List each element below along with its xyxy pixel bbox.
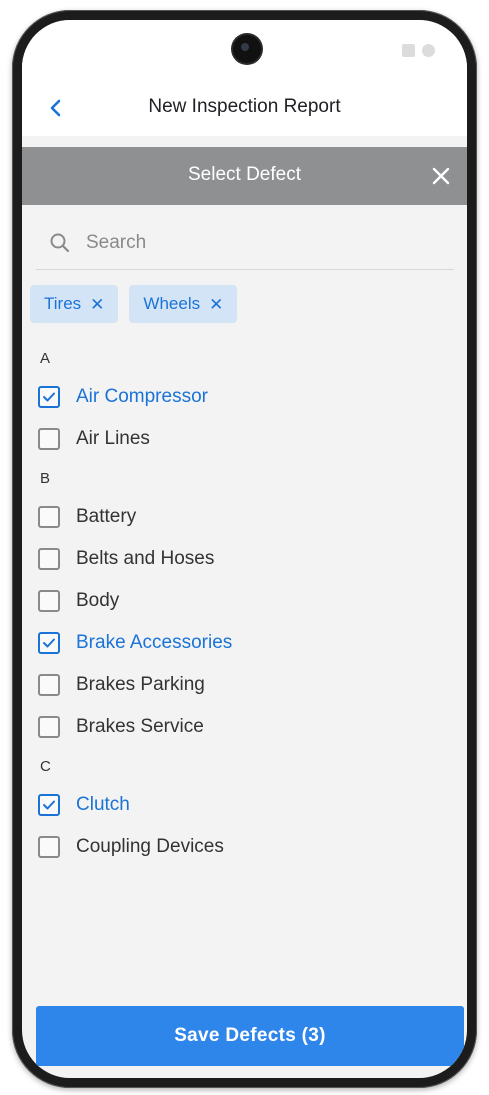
checkbox[interactable] bbox=[38, 506, 60, 528]
item-label: Clutch bbox=[76, 794, 130, 815]
list-item[interactable]: Battery bbox=[38, 496, 458, 538]
list-item[interactable]: Brake Accessories bbox=[38, 622, 458, 664]
list-item[interactable]: Brakes Parking bbox=[38, 664, 458, 706]
item-label: Belts and Hoses bbox=[76, 548, 215, 569]
item-label: Coupling Devices bbox=[76, 836, 224, 857]
modal-title: Select Defect bbox=[188, 164, 301, 185]
chip-tires: Tires ✕ bbox=[30, 285, 119, 323]
item-label: Body bbox=[76, 590, 120, 611]
app-header: New Inspection Report bbox=[22, 20, 467, 136]
list-item[interactable]: Coupling Devices bbox=[38, 826, 458, 868]
check-icon bbox=[43, 800, 55, 810]
item-label: Air Lines bbox=[76, 428, 150, 449]
checkbox[interactable] bbox=[38, 632, 60, 654]
checkbox[interactable] bbox=[38, 836, 60, 858]
phone-frame: New Inspection Report Select Defect Tire… bbox=[12, 10, 477, 1088]
checkbox[interactable] bbox=[38, 794, 60, 816]
screen: New Inspection Report Select Defect Tire… bbox=[22, 20, 467, 1078]
search-icon bbox=[50, 233, 70, 252]
item-label: Brakes Service bbox=[76, 716, 204, 737]
item-label: Air Compressor bbox=[76, 386, 208, 407]
modal-header: Select Defect bbox=[22, 147, 467, 205]
page-title: New Inspection Report bbox=[148, 96, 341, 117]
section-header: B bbox=[40, 469, 51, 487]
item-label: Brake Accessories bbox=[76, 632, 233, 653]
chip-remove-icon[interactable]: ✕ bbox=[90, 296, 104, 313]
list-item[interactable]: Belts and Hoses bbox=[38, 538, 458, 580]
check-icon bbox=[43, 638, 55, 648]
list-item[interactable]: Brakes Service bbox=[38, 706, 458, 748]
close-icon bbox=[432, 167, 450, 185]
checkbox[interactable] bbox=[38, 716, 60, 738]
front-camera bbox=[233, 35, 261, 63]
checkbox[interactable] bbox=[38, 674, 60, 696]
list-item[interactable]: Air Compressor bbox=[38, 376, 458, 418]
defect-list: A Air Compressor Air Lines B Battery Bel… bbox=[38, 340, 458, 868]
section-header: A bbox=[40, 349, 51, 367]
chip-wheels: Wheels ✕ bbox=[129, 285, 238, 323]
search-bar bbox=[36, 216, 454, 270]
item-label: Battery bbox=[76, 506, 137, 527]
status-bar-icons bbox=[402, 44, 435, 57]
item-label: Brakes Parking bbox=[76, 674, 205, 695]
list-item[interactable]: Clutch bbox=[38, 784, 458, 826]
chip-remove-icon[interactable]: ✕ bbox=[209, 296, 223, 313]
close-button[interactable] bbox=[427, 162, 455, 190]
checkbox[interactable] bbox=[38, 386, 60, 408]
status-circle-icon bbox=[422, 44, 435, 57]
list-item[interactable]: Body bbox=[38, 580, 458, 622]
save-defects-button[interactable]: Save Defects (3) bbox=[36, 1006, 464, 1066]
chip-label: Tires bbox=[44, 294, 82, 313]
checkbox[interactable] bbox=[38, 428, 60, 450]
checkbox[interactable] bbox=[38, 548, 60, 570]
selected-chips: Tires ✕ Wheels ✕ bbox=[30, 285, 238, 323]
search-input[interactable] bbox=[84, 230, 454, 255]
chip-label: Wheels bbox=[143, 294, 201, 313]
checkbox[interactable] bbox=[38, 590, 60, 612]
section-header: C bbox=[40, 757, 51, 775]
list-item[interactable]: Air Lines bbox=[38, 418, 458, 460]
status-square-icon bbox=[402, 44, 415, 57]
check-icon bbox=[43, 392, 55, 402]
